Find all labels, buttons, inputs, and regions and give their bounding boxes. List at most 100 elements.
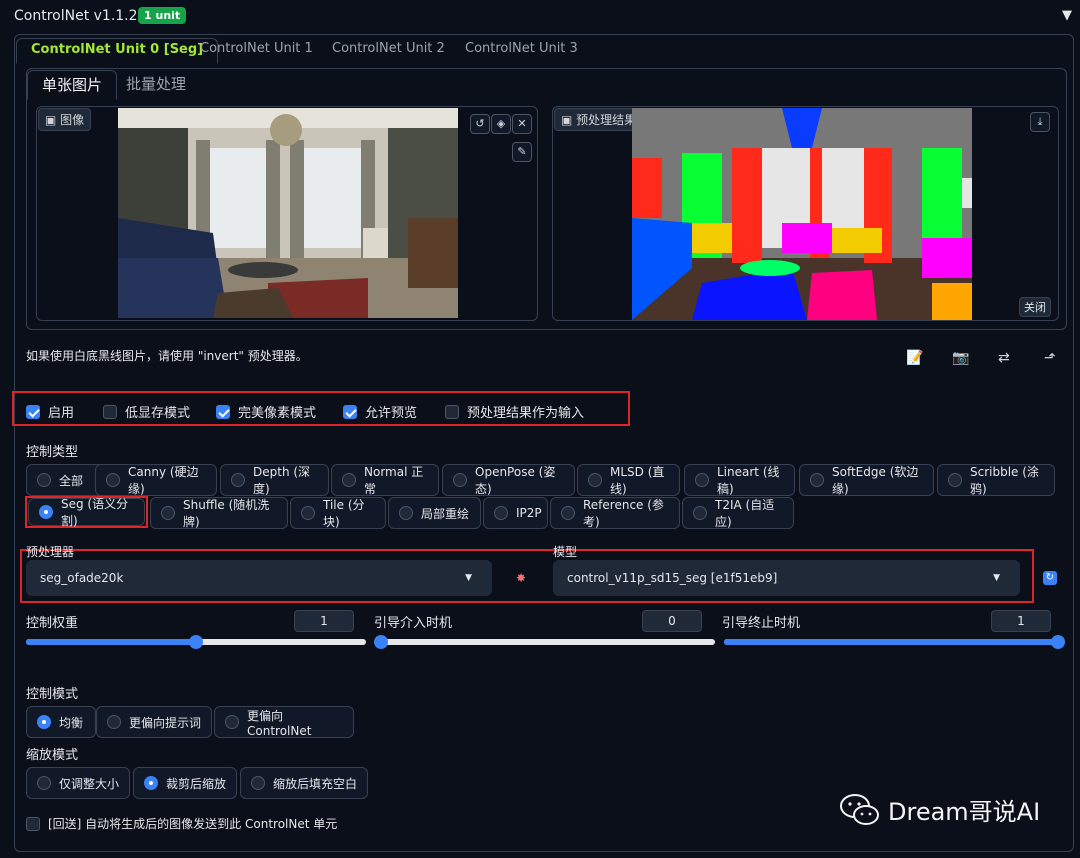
control-type-reference[interactable]: Reference (参考) (550, 497, 680, 529)
explosion-icon[interactable]: ✸ (516, 571, 526, 585)
loopback-checkbox[interactable]: [回送] 自动将生成后的图像发送到此 ControlNet 单元 (26, 815, 337, 832)
tab-unit-2[interactable]: ControlNet Unit 2 (318, 38, 459, 64)
app-title: ControlNet v1.1.238 (14, 8, 156, 24)
radio-dot (37, 715, 51, 729)
tab-batch[interactable]: 批量处理 (112, 70, 200, 100)
watermark: Dream哥说AI (840, 792, 1040, 827)
control-type-lineart[interactable]: Lineart (线稿) (684, 464, 795, 496)
slider-fill (26, 639, 196, 645)
radio-dot (251, 776, 265, 790)
guidance-start-slider[interactable] (374, 635, 715, 649)
guidance-start-input[interactable]: 0 (642, 610, 702, 632)
chevron-down-icon: ▼ (465, 573, 472, 583)
resize-mode-label: 缩放模式 (26, 748, 79, 763)
radio-dot (588, 473, 602, 487)
control-weight-slider[interactable] (26, 635, 366, 649)
checkbox[interactable] (343, 404, 357, 419)
room-photo (118, 108, 458, 318)
resize-mode-just-resize[interactable]: 仅调整大小 (26, 767, 130, 799)
control-type-mlsd[interactable]: MLSD (直线) (577, 464, 680, 496)
control-type-depth[interactable]: Depth (深度) (220, 464, 329, 496)
tab-unit-3[interactable]: ControlNet Unit 3 (451, 38, 592, 64)
download-icon[interactable]: ⤓ (1030, 112, 1050, 132)
pixel-perfect-checkbox[interactable]: 完美像素模式 (216, 402, 316, 421)
send-icon[interactable]: ⬏ (1044, 350, 1056, 366)
close-icon[interactable]: ✕ (512, 114, 532, 134)
control-type-canny[interactable]: Canny (硬边缘) (95, 464, 217, 496)
radio-dot (810, 473, 824, 487)
camera-icon[interactable]: 📷 (952, 350, 969, 366)
enable-checkbox[interactable]: 启用 (26, 402, 74, 421)
radio-dot (231, 473, 245, 487)
tab-unit-1[interactable]: ControlNet Unit 1 (186, 38, 327, 64)
slider-thumb[interactable] (189, 635, 203, 649)
radio-dot (399, 506, 413, 520)
wechat-icon (840, 793, 879, 825)
unit-count-badge: 1 unit (138, 7, 187, 24)
checkbox[interactable] (26, 404, 40, 419)
preprocess-as-input-checkbox[interactable]: 预处理结果作为输入 (445, 402, 584, 421)
control-type-tile[interactable]: Tile (分块) (290, 497, 386, 529)
radio-dot (37, 473, 51, 487)
refresh-icon[interactable]: ↺ (470, 114, 490, 134)
close-preview-button[interactable]: 关闭 (1019, 297, 1051, 317)
slider-thumb[interactable] (1051, 635, 1065, 649)
collapse-icon[interactable]: ▼ (1062, 8, 1072, 23)
control-weight-label: 控制权重 (26, 616, 79, 631)
control-mode-prompt[interactable]: 更偏向提示词 (96, 706, 212, 738)
slider-thumb[interactable] (374, 635, 388, 649)
image-label: ▣ 图像 (38, 108, 92, 131)
checkbox[interactable] (216, 404, 230, 419)
radio-dot (693, 506, 707, 520)
checkbox[interactable] (26, 816, 40, 831)
control-type-softedge[interactable]: SoftEdge (软边缘) (799, 464, 934, 496)
control-type-ip2p[interactable]: IP2P (483, 497, 548, 529)
radio-dot (494, 506, 508, 520)
low-vram-checkbox[interactable]: 低显存模式 (103, 402, 190, 421)
radio-dot (695, 473, 709, 487)
control-type-normal[interactable]: Normal 正常 (331, 464, 439, 496)
radio-dot (453, 473, 467, 487)
radio-dot (37, 776, 51, 790)
preprocessor-label: 预处理器 (26, 545, 75, 559)
model-select[interactable]: control_v11p_sd15_seg [e1f51eb9] ▼ (553, 560, 1020, 596)
radio-dot (144, 776, 158, 790)
radio-dot (39, 505, 53, 519)
checkbox[interactable] (103, 404, 117, 419)
control-mode-balanced[interactable]: 均衡 (26, 706, 96, 738)
radio-dot (161, 506, 175, 520)
guidance-end-slider[interactable] (724, 635, 1065, 649)
radio-dot (107, 715, 121, 729)
resize-mode-fill[interactable]: 缩放后填充空白 (240, 767, 368, 799)
chevron-down-icon: ▼ (993, 573, 1000, 583)
checkbox[interactable] (445, 404, 459, 419)
control-type-scribble[interactable]: Scribble (涂鸦) (937, 464, 1055, 496)
control-type-openpose[interactable]: OpenPose (姿态) (442, 464, 575, 496)
model-label: 模型 (553, 545, 578, 559)
tab-single-image[interactable]: 单张图片 (27, 70, 118, 100)
control-type-t2ia[interactable]: T2IA (自适应) (682, 497, 794, 529)
control-mode-label: 控制模式 (26, 687, 79, 702)
control-type-seg[interactable]: Seg (语义分割) (28, 497, 145, 528)
control-type-inpaint[interactable]: 局部重绘 (388, 497, 481, 529)
preprocessor-select[interactable]: seg_ofade20k ▼ (26, 560, 492, 596)
invert-note: 如果使用白底黑线图片，请使用 "invert" 预处理器。 (26, 349, 308, 363)
allow-preview-checkbox[interactable]: 允许预览 (343, 402, 417, 421)
guidance-start-label: 引导介入时机 (374, 616, 453, 631)
segmentation-preview (632, 108, 972, 320)
control-type-shuffle[interactable]: Shuffle (随机洗牌) (150, 497, 288, 529)
brush-icon[interactable]: ✎ (512, 142, 532, 162)
eraser-icon[interactable]: ◈ (491, 114, 511, 134)
radio-dot (106, 473, 120, 487)
resize-mode-crop[interactable]: 裁剪后缩放 (133, 767, 237, 799)
guidance-end-input[interactable]: 1 (991, 610, 1051, 632)
reload-icon[interactable]: ↻ (1043, 571, 1057, 585)
notepad-icon[interactable]: 📝 (906, 350, 923, 366)
swap-icon[interactable]: ⇄ (998, 350, 1010, 366)
control-mode-controlnet[interactable]: 更偏向 ControlNet (214, 706, 354, 738)
control-weight-input[interactable]: 1 (294, 610, 354, 632)
radio-dot (225, 715, 239, 729)
guidance-end-label: 引导终止时机 (722, 616, 801, 631)
radio-dot (342, 473, 356, 487)
slider-fill (724, 639, 1058, 645)
